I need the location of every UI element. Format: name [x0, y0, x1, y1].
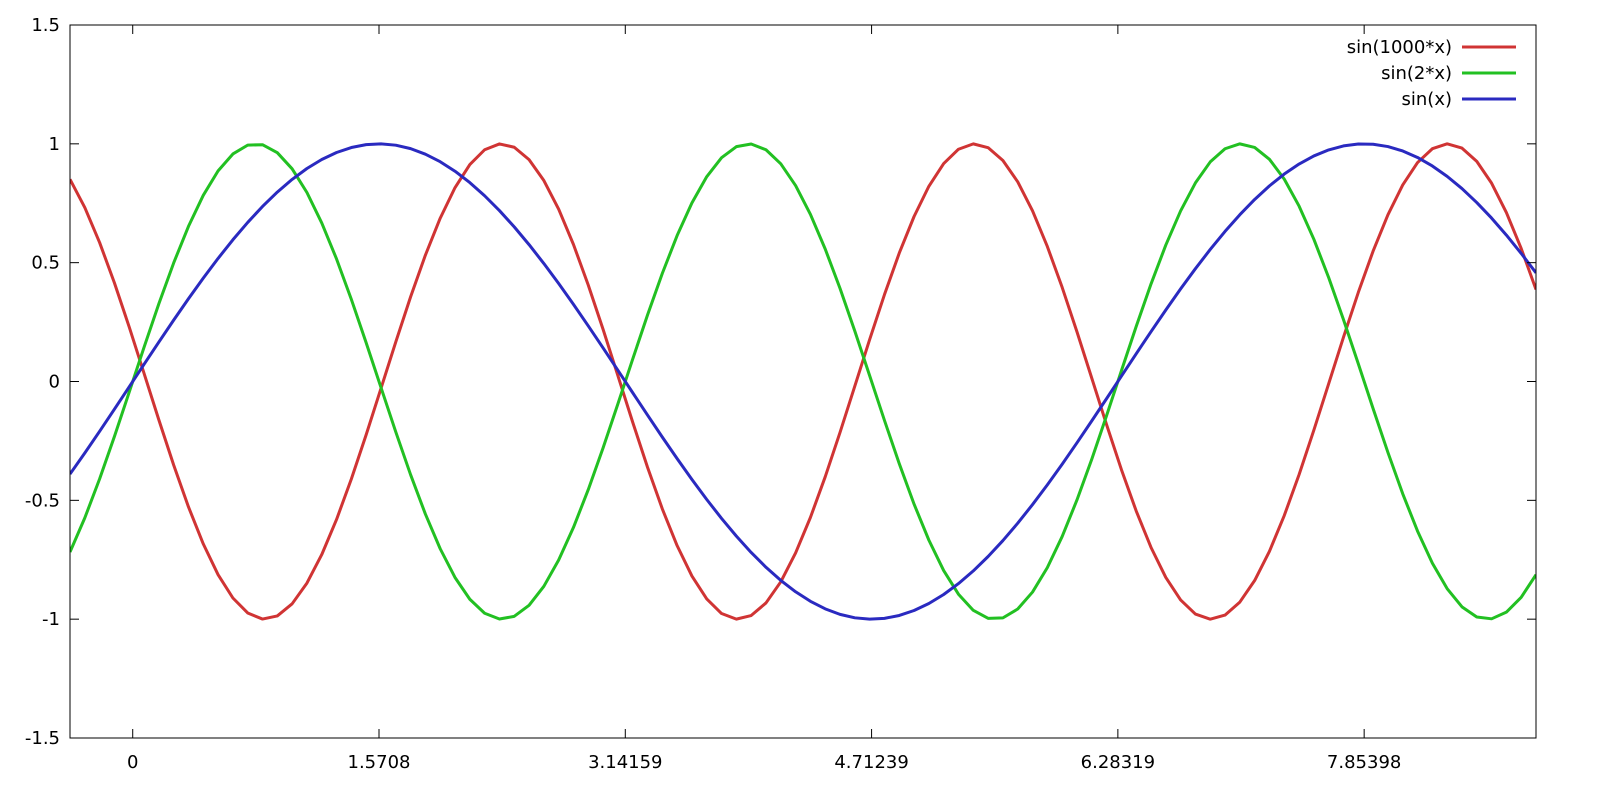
series-line-2 [70, 142, 1536, 621]
legend-label: sin(2*x) [1381, 63, 1452, 84]
legend-label: sin(1000*x) [1347, 37, 1452, 58]
ticks-layer: 1.5 1 0.5 0 -0.5 -1 -1.5 0 1.5708 3.14159 4.71239 6… [25, 15, 1536, 773]
x-tick-label: 4.71239 [834, 752, 908, 773]
y-tick-label: 1.5 [31, 15, 60, 36]
x-tick-label: 0 [127, 752, 138, 773]
x-tick-label: 6.28319 [1081, 752, 1155, 773]
chart-svg: 1.5 1 0.5 0 -0.5 -1 -1.5 0 1.5708 3.14159 4.71239 6… [25, 15, 1537, 773]
legend-item: sin(1000*x) [1347, 37, 1516, 58]
series-line-1 [70, 142, 1536, 621]
y-tick-label: 0.5 [31, 253, 60, 274]
x-tick-label: 1.5708 [348, 752, 411, 773]
series-layer [70, 142, 1536, 621]
chart: 1.5 1 0.5 0 -0.5 -1 -1.5 0 1.5708 3.14159 4.71239 6… [0, 0, 1600, 800]
legend-label: sin(x) [1402, 89, 1452, 110]
y-tick-label: -1 [42, 609, 60, 630]
legend-item: sin(2*x) [1381, 63, 1516, 84]
y-tick-label: 0 [49, 372, 60, 393]
y-tick-label: -0.5 [25, 490, 60, 511]
x-tick-label: 7.85398 [1327, 752, 1401, 773]
y-tick-label: 1 [49, 134, 60, 155]
x-tick-label: 3.14159 [588, 752, 662, 773]
y-tick-label: -1.5 [25, 728, 60, 749]
series-line-3 [70, 142, 1536, 621]
legend: sin(1000*x) sin(2*x) sin(x) [1347, 37, 1516, 110]
plot-frame [69, 24, 1537, 739]
legend-item: sin(x) [1402, 89, 1516, 110]
